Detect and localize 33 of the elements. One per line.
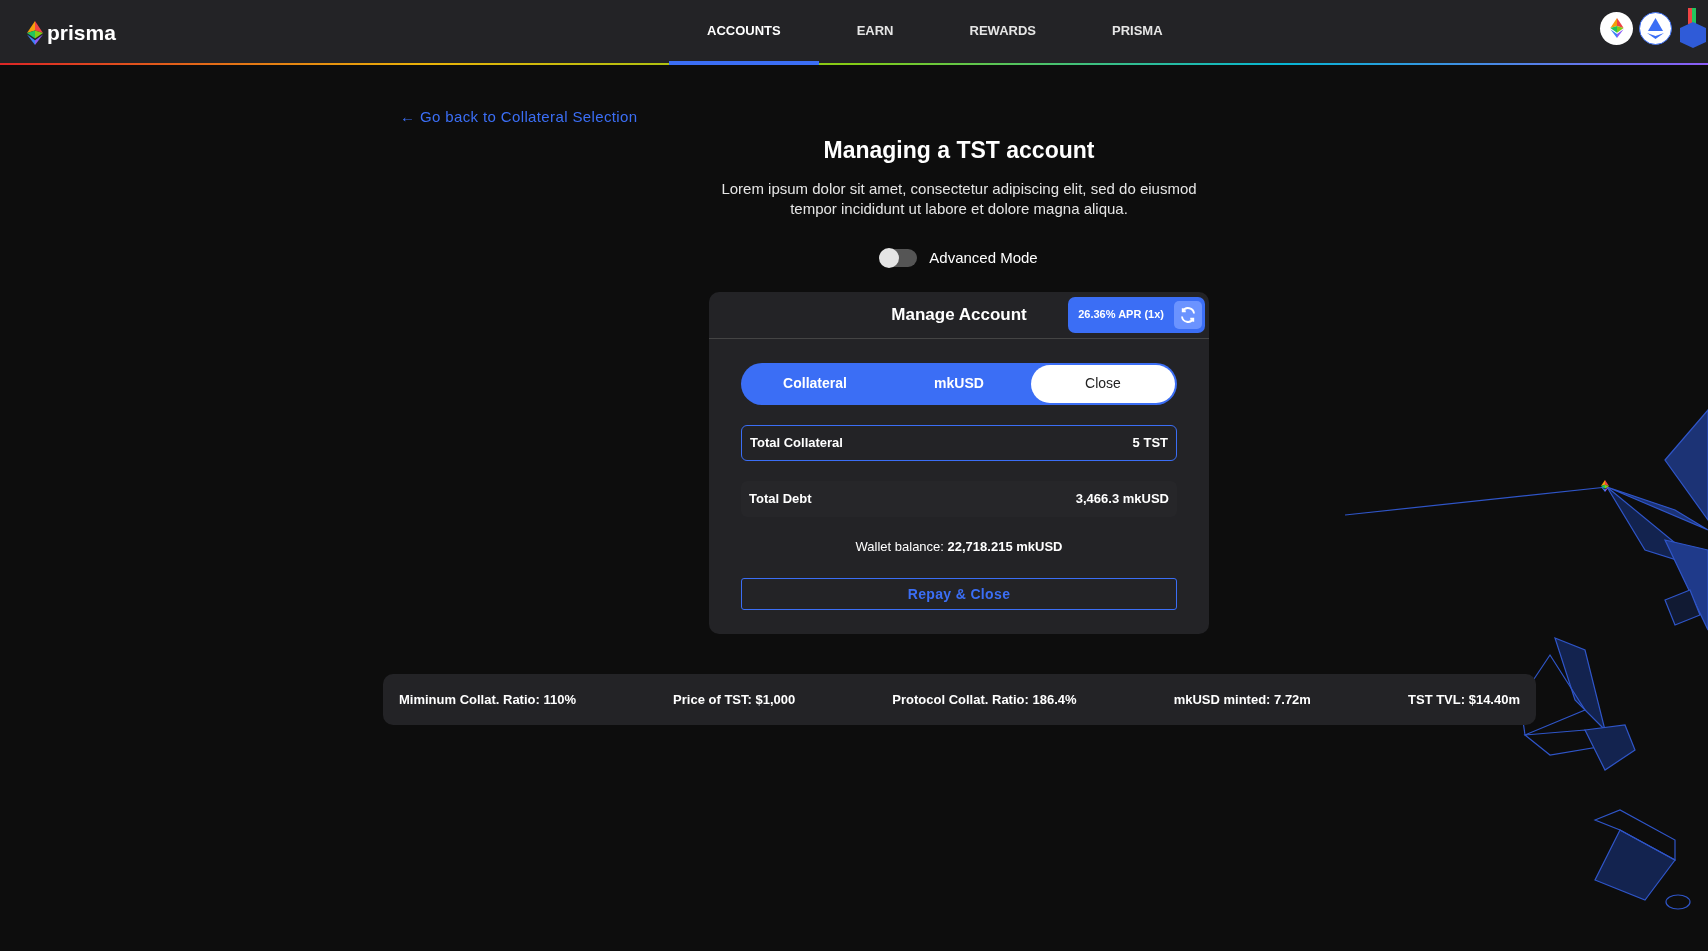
diamond-logo-icon bbox=[27, 20, 43, 45]
stat-text: Miminum Collat. Ratio: 110% bbox=[399, 690, 576, 709]
nav-tab[interactable]: REWARDS bbox=[931, 0, 1074, 65]
advanced-mode-label: Advanced Mode bbox=[929, 248, 1038, 268]
info-value: 5 TST bbox=[1132, 433, 1168, 452]
nav-tab[interactable]: ACCOUNTS bbox=[669, 0, 819, 65]
wallet-balance: Wallet balance: 22,718.215 mkUSD bbox=[855, 537, 1063, 556]
card-title: Manage Account bbox=[891, 303, 1027, 326]
stat-text: Price of TST: $1,000 bbox=[673, 690, 796, 709]
stat-text: mkUSD minted: 7.72m bbox=[1173, 690, 1311, 709]
page-description: Lorem ipsum dolor sit amet, consectetur adipiscing elit, sed do eiusmod tempor incididunt ut labore et dolore magna aliqua. bbox=[720, 179, 1198, 219]
info-value: 3,466.3 mkUSD bbox=[1075, 489, 1169, 508]
info-label: Total Debt bbox=[749, 489, 812, 508]
cube-token-icon[interactable] bbox=[1678, 8, 1708, 48]
nav-tab[interactable]: PRISMA bbox=[1073, 0, 1201, 65]
apr-text: 26.36% APR (1x) bbox=[1078, 307, 1164, 323]
advanced-mode-toggle[interactable] bbox=[880, 249, 918, 268]
nav-tab[interactable]: EARN bbox=[818, 0, 932, 65]
stat-text: TST TVL: $14.40m bbox=[1408, 690, 1520, 709]
refresh-icon[interactable] bbox=[1174, 300, 1202, 329]
stat-text: Protocol Collat. Ratio: 186.4% bbox=[892, 690, 1077, 709]
tab[interactable]: Close bbox=[1031, 364, 1175, 403]
stack-token-icon[interactable] bbox=[1639, 11, 1672, 45]
page-title: Managing a TST account bbox=[823, 135, 1095, 165]
tab[interactable]: Collateral bbox=[743, 364, 887, 403]
logo-text: prisma bbox=[47, 19, 116, 46]
diamond-logo-icon bbox=[1601, 480, 1609, 492]
info-label: Total Collateral bbox=[750, 433, 843, 452]
back-link[interactable]: ← Go back to Collateral Selection bbox=[400, 106, 638, 129]
token-icon[interactable] bbox=[1600, 11, 1633, 45]
diamond-logo-icon bbox=[1609, 18, 1624, 38]
tab[interactable]: mkUSD bbox=[887, 364, 1031, 403]
repay-close-button[interactable]: Repay & Close bbox=[741, 578, 1177, 610]
